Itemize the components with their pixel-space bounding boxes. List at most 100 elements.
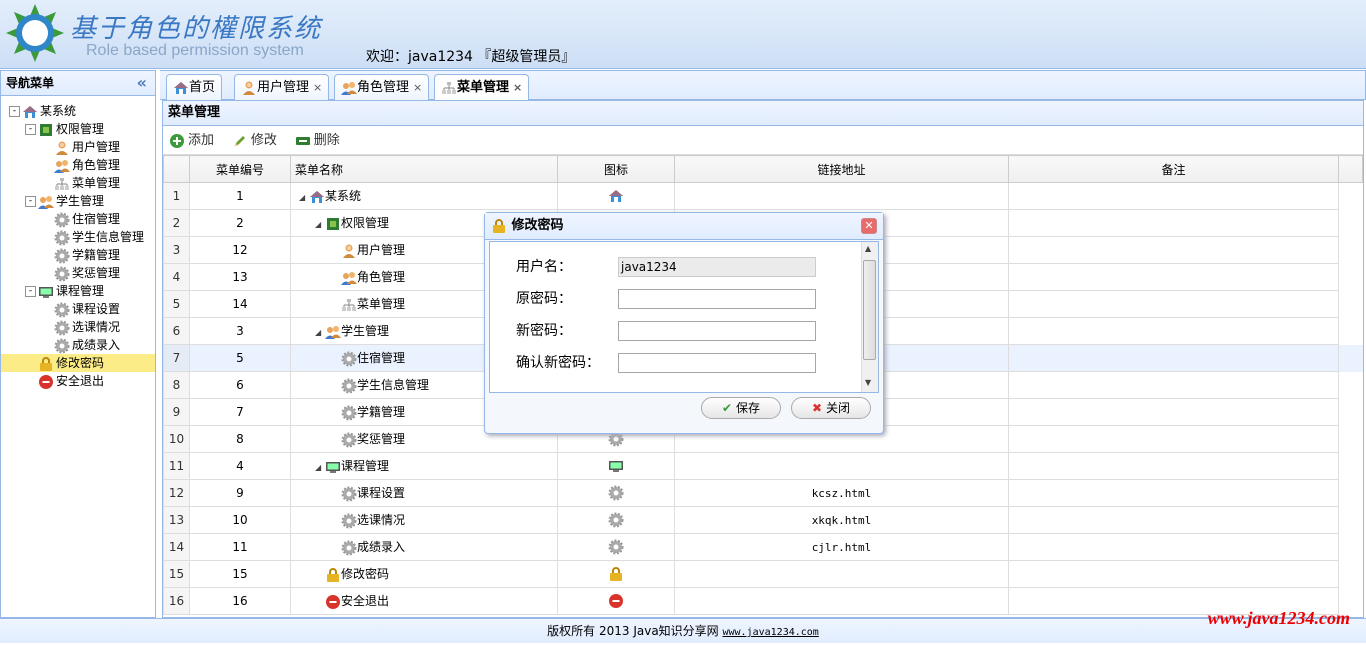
cell-icon (557, 533, 675, 561)
table-row[interactable]: 14 11 成绩录入 cjlr.html (163, 533, 1363, 561)
cell-url (674, 587, 1009, 615)
gear-icon (54, 266, 70, 282)
tab-4[interactable]: 菜单管理 × (434, 74, 530, 101)
table-row[interactable]: 16 16 安全退出 (163, 587, 1363, 615)
tree-node[interactable]: 安全退出 (1, 372, 155, 390)
tree-node-label: 角色管理 (72, 158, 121, 172)
tab-1[interactable]: 首页 (166, 74, 223, 100)
tree-node[interactable]: 奖惩管理 (1, 264, 155, 282)
tree-node[interactable]: 成绩录入 (1, 336, 155, 354)
cell-filler (1339, 399, 1363, 426)
cell-url (674, 452, 1009, 480)
expand-arrow-icon[interactable]: ◢ (315, 220, 325, 229)
cell-filler (1339, 507, 1363, 534)
tab-2[interactable]: 用户管理 × (234, 74, 330, 100)
copyright-text: 版权所有 2013 Java知识分享网 (547, 624, 723, 638)
tab-close-icon[interactable]: × (513, 81, 522, 94)
username-field[interactable]: java1234 (618, 257, 816, 277)
tree-node[interactable]: 学生信息管理 (1, 228, 155, 246)
tree-node-label: 安全退出 (56, 374, 105, 388)
expand-arrow-icon[interactable]: ◢ (315, 328, 325, 337)
old-password-field[interactable] (618, 289, 816, 309)
tree-node[interactable]: - 课程管理 (1, 282, 155, 300)
col-header-id[interactable]: 菜单编号 (189, 155, 291, 183)
tree-node[interactable]: 菜单管理 (1, 174, 155, 192)
cell-name-text: 学生管理 (341, 324, 390, 339)
tree-node[interactable]: 课程设置 (1, 300, 155, 318)
tree-node-label: 住宿管理 (72, 212, 121, 226)
row-number: 5 (163, 290, 190, 318)
cell-id: 6 (189, 371, 291, 399)
lock-icon (325, 567, 341, 583)
panel-title: 菜单管理 (163, 101, 1363, 126)
col-header-url[interactable]: 链接地址 (674, 155, 1009, 183)
old-password-label: 原密码： (516, 291, 572, 307)
expand-arrow-icon[interactable]: ◢ (299, 193, 309, 202)
table-row[interactable]: 12 9 课程设置 kcsz.html (163, 479, 1363, 507)
gear-icon (54, 248, 70, 264)
new-password-label: 新密码： (516, 323, 572, 339)
scroll-up-icon[interactable]: ▲ (865, 244, 871, 253)
tree-node[interactable]: 学籍管理 (1, 246, 155, 264)
col-header-name[interactable]: 菜单名称 (290, 155, 558, 183)
table-row[interactable]: 13 10 选课情况 xkqk.html (163, 506, 1363, 534)
tree-node[interactable]: 修改密码 (1, 354, 155, 372)
tree-toggle[interactable]: - (9, 106, 20, 117)
tree-toggle[interactable]: - (25, 196, 36, 207)
lock-icon (608, 566, 624, 582)
table-row[interactable]: 1 1 ◢ 某系统 (163, 182, 1363, 210)
table-row[interactable]: 15 15 修改密码 (163, 560, 1363, 588)
gear-icon (341, 513, 357, 529)
cell-name-text: 权限管理 (341, 216, 390, 231)
tab-3[interactable]: 角色管理 × (334, 74, 430, 100)
dialog-close-icon[interactable]: ✕ (861, 218, 877, 234)
row-number: 2 (163, 209, 190, 237)
add-button[interactable]: 添加 (169, 127, 214, 155)
lock-icon (38, 356, 54, 372)
footer-link[interactable]: www.java1234.com (723, 627, 819, 638)
check-icon: ✔ (722, 401, 733, 415)
scroll-thumb[interactable] (863, 260, 876, 360)
cell-filler (1339, 480, 1363, 507)
tree-node[interactable]: - 学生管理 (1, 192, 155, 210)
collapse-icon[interactable]: « (137, 71, 147, 95)
edit-button[interactable]: 修改 (232, 127, 277, 155)
tree-node[interactable]: 住宿管理 (1, 210, 155, 228)
username-label: 用户名： (516, 259, 572, 275)
tree-node[interactable]: 选课情况 (1, 318, 155, 336)
sitemap-icon (441, 80, 457, 96)
tree-node[interactable]: - 某系统 (1, 102, 155, 120)
delete-button[interactable]: 删除 (295, 127, 340, 155)
expand-arrow-icon[interactable]: ◢ (315, 463, 325, 472)
close-button[interactable]: ✖ 关闭 (791, 397, 871, 419)
tree-node[interactable]: 用户管理 (1, 138, 155, 156)
save-button[interactable]: ✔ 保存 (701, 397, 781, 419)
cell-name: 修改密码 (290, 560, 558, 588)
tree-toggle[interactable]: - (25, 124, 36, 135)
gear-icon (341, 432, 357, 448)
col-header-icon[interactable]: 图标 (557, 155, 675, 183)
tree-node[interactable]: 角色管理 (1, 156, 155, 174)
tree-node-label: 权限管理 (56, 122, 105, 136)
tree-toggle[interactable]: - (25, 286, 36, 297)
cell-remark (1008, 263, 1339, 291)
table-row[interactable]: 11 4 ◢ 课程管理 (163, 452, 1363, 480)
tab-label: 用户管理 (257, 80, 310, 95)
confirm-password-label: 确认新密码： (516, 355, 600, 371)
row-number: 7 (163, 344, 190, 372)
home-icon (608, 188, 624, 204)
col-header-remark[interactable]: 备注 (1008, 155, 1339, 183)
dialog-scrollbar[interactable]: ▲ ▼ (861, 242, 878, 392)
exit-icon (608, 593, 624, 609)
tab-close-icon[interactable]: × (413, 81, 422, 94)
cell-id: 2 (189, 209, 291, 237)
cell-name-text: 奖惩管理 (357, 432, 406, 447)
cell-remark (1008, 425, 1339, 453)
scroll-down-icon[interactable]: ▼ (865, 378, 871, 387)
tree-node[interactable]: - 权限管理 (1, 120, 155, 138)
confirm-password-field[interactable] (618, 353, 816, 373)
new-password-field[interactable] (618, 321, 816, 341)
cell-remark (1008, 560, 1339, 588)
monitor-icon (325, 459, 341, 475)
tab-close-icon[interactable]: × (313, 81, 322, 94)
